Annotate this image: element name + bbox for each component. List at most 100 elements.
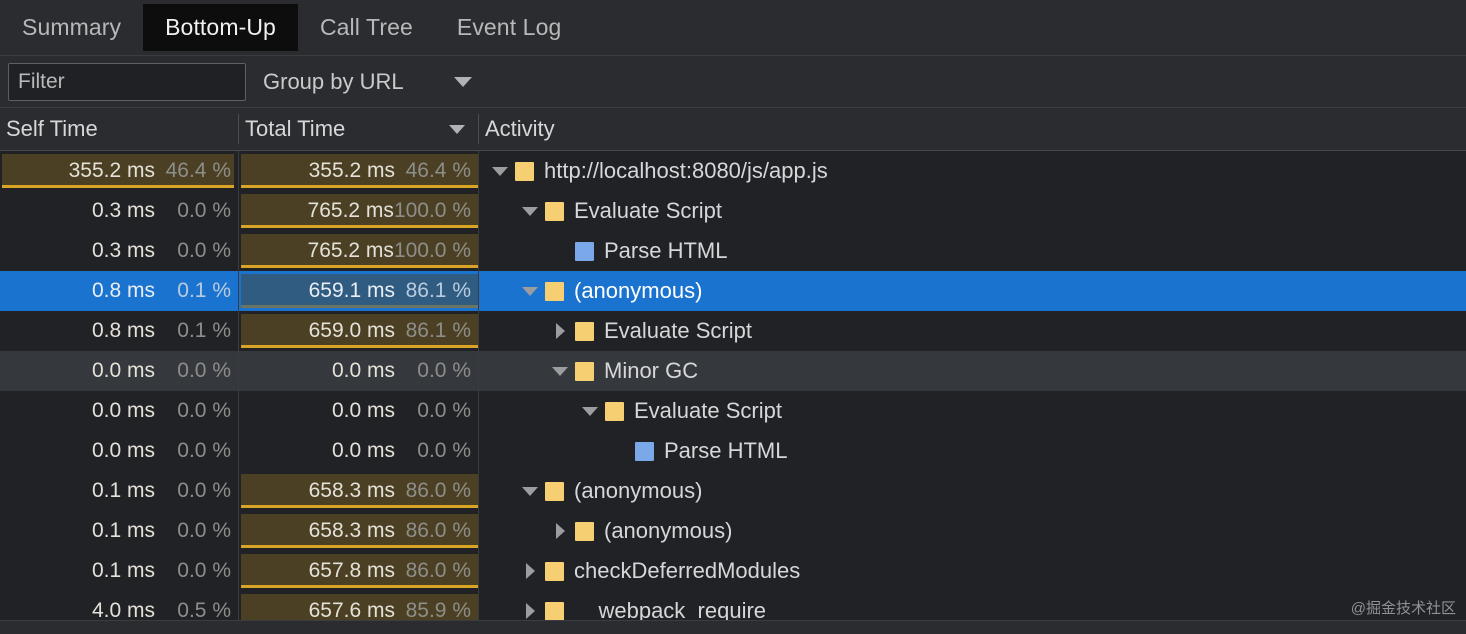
caret-down-icon [449,124,465,134]
filter-input[interactable] [8,62,246,101]
self-time-percent: 0.0 % [177,239,231,262]
cell-self-time: 4.0 ms 0.5 % [0,591,239,620]
total-time-values: 0.0 ms 0.0 % [239,399,479,423]
cell-activity: (anonymous) [479,511,1466,551]
tab-call-tree[interactable]: Call Tree [298,4,435,51]
cell-self-time: 0.1 ms 0.0 % [0,551,239,591]
total-time-ms: 0.0 ms [331,359,395,382]
parsing-color-swatch-icon [575,241,594,261]
self-time-ms: 0.0 ms [91,399,155,422]
activity-tree-node: __webpack_require__ [489,591,791,620]
total-time-ms: 657.8 ms [308,559,395,582]
scripting-color-swatch-icon [545,561,564,581]
activity-label: Parse HTML [664,438,788,463]
twisty-expanded-icon[interactable] [519,191,541,231]
table-row[interactable]: 0.0 ms 0.0 % 0.0 ms 0.0 % Parse HTML [0,431,1466,471]
group-by-dropdown[interactable]: Group by URL [263,69,472,95]
table-row[interactable]: 4.0 ms 0.5 % 657.6 ms 85.9 % __webpack_requi… [0,591,1466,620]
twisty-expanded-icon[interactable] [489,151,511,191]
total-time-values: 657.6 ms 85.9 % [239,599,479,620]
cell-divider [238,311,239,351]
table-row[interactable]: 0.1 ms 0.0 % 658.3 ms 86.0 % (anonymous) [0,511,1466,551]
table-row[interactable]: 0.0 ms 0.0 % 0.0 ms 0.0 % Minor GC [0,351,1466,391]
bottom-up-tree-grid[interactable]: 355.2 ms 46.4 % 355.2 ms 46.4 % http://local… [0,151,1466,620]
self-time-values: 0.0 ms 0.0 % [0,359,239,383]
table-row[interactable]: 0.8 ms 0.1 % 659.0 ms 86.1 % Evaluate Script [0,311,1466,351]
cell-activity: Minor GC [479,351,1466,391]
activity-label: checkDeferredModules [574,558,801,583]
twisty-placeholder [609,431,631,471]
tab-summary[interactable]: Summary [0,4,143,51]
total-time-ms: 765.2 ms [307,239,394,262]
activity-label: (anonymous) [604,518,733,543]
table-row[interactable]: 0.1 ms 0.0 % 658.3 ms 86.0 % (anonymous) [0,471,1466,511]
twisty-collapsed-icon[interactable] [519,591,541,620]
triangle-down-icon [522,286,538,296]
column-header-row: Self Time Total Time Activity [0,108,1466,151]
twisty-placeholder [549,231,571,271]
cell-divider [238,511,239,551]
table-row[interactable]: 355.2 ms 46.4 % 355.2 ms 46.4 % http://local… [0,151,1466,191]
self-time-values: 0.1 ms 0.0 % [0,479,239,503]
triangle-down-icon [582,406,598,416]
total-time-ms: 659.0 ms [308,319,395,342]
table-row[interactable]: 0.3 ms 0.0 % 765.2 ms 100.0 % Evaluate Scrip… [0,191,1466,231]
column-header-total-time-label: Total Time [245,116,346,141]
self-time-values: 4.0 ms 0.5 % [0,599,239,620]
activity-label: Evaluate Script [634,398,782,423]
horizontal-scrollbar[interactable] [0,620,1466,634]
scripting-color-swatch-icon [545,201,564,221]
tab-event-log[interactable]: Event Log [435,4,583,51]
column-header-activity[interactable]: Activity [479,108,1466,150]
table-row[interactable]: 0.0 ms 0.0 % 0.0 ms 0.0 % Evaluate Script [0,391,1466,431]
twisty-collapsed-icon[interactable] [549,511,571,551]
scripting-color-swatch-icon [515,161,534,181]
triangle-right-icon [525,563,535,579]
table-row[interactable]: 0.8 ms 0.1 % 659.1 ms 86.1 % (anonymous) [0,271,1466,311]
activity-label: Parse HTML [604,238,728,263]
twisty-collapsed-icon[interactable] [519,551,541,591]
tab-bottom-up[interactable]: Bottom-Up [143,4,298,51]
cell-activity: Evaluate Script [479,391,1466,431]
table-row[interactable]: 0.3 ms 0.0 % 765.2 ms 100.0 % Parse HTML [0,231,1466,271]
activity-tree-node: Evaluate Script [489,391,782,431]
total-time-percent: 85.9 % [405,599,471,620]
activity-label: Evaluate Script [604,318,752,343]
cell-divider [478,351,479,391]
cell-divider [238,151,239,191]
total-time-percent: 0.0 % [417,439,471,462]
twisty-expanded-icon[interactable] [519,271,541,311]
self-time-percent: 0.5 % [177,599,231,620]
cell-divider [238,271,239,311]
self-time-ms: 0.1 ms [91,519,155,542]
cell-divider [478,191,479,231]
table-row[interactable]: 0.1 ms 0.0 % 657.8 ms 86.0 % checkDeferredMo… [0,551,1466,591]
triangle-right-icon [555,323,565,339]
self-time-percent: 0.0 % [177,439,231,462]
self-time-values: 0.1 ms 0.0 % [0,519,239,543]
twisty-collapsed-icon[interactable] [549,311,571,351]
cell-self-time: 0.0 ms 0.0 % [0,351,239,391]
self-time-percent: 0.0 % [177,559,231,582]
chevron-down-icon [453,76,472,87]
scripting-color-swatch-icon [545,601,564,620]
self-time-values: 0.1 ms 0.0 % [0,559,239,583]
cell-divider [478,271,479,311]
self-time-values: 0.0 ms 0.0 % [0,439,239,463]
triangle-down-icon [552,366,568,376]
total-time-ms: 0.0 ms [331,399,395,422]
self-time-ms: 0.8 ms [91,319,155,342]
total-time-values: 659.1 ms 86.1 % [239,279,479,303]
total-time-ms: 355.2 ms [308,159,395,182]
cell-total-time: 658.3 ms 86.0 % [239,471,479,511]
twisty-expanded-icon[interactable] [519,471,541,511]
cell-self-time: 0.1 ms 0.0 % [0,471,239,511]
twisty-expanded-icon[interactable] [549,351,571,391]
twisty-expanded-icon[interactable] [579,391,601,431]
cell-total-time: 659.1 ms 86.1 % [239,271,479,311]
column-header-self-time[interactable]: Self Time [0,108,239,150]
cell-self-time: 0.8 ms 0.1 % [0,271,239,311]
triangle-down-icon [522,206,538,216]
column-header-total-time[interactable]: Total Time [239,108,479,150]
total-time-values: 765.2 ms 100.0 % [239,239,479,263]
